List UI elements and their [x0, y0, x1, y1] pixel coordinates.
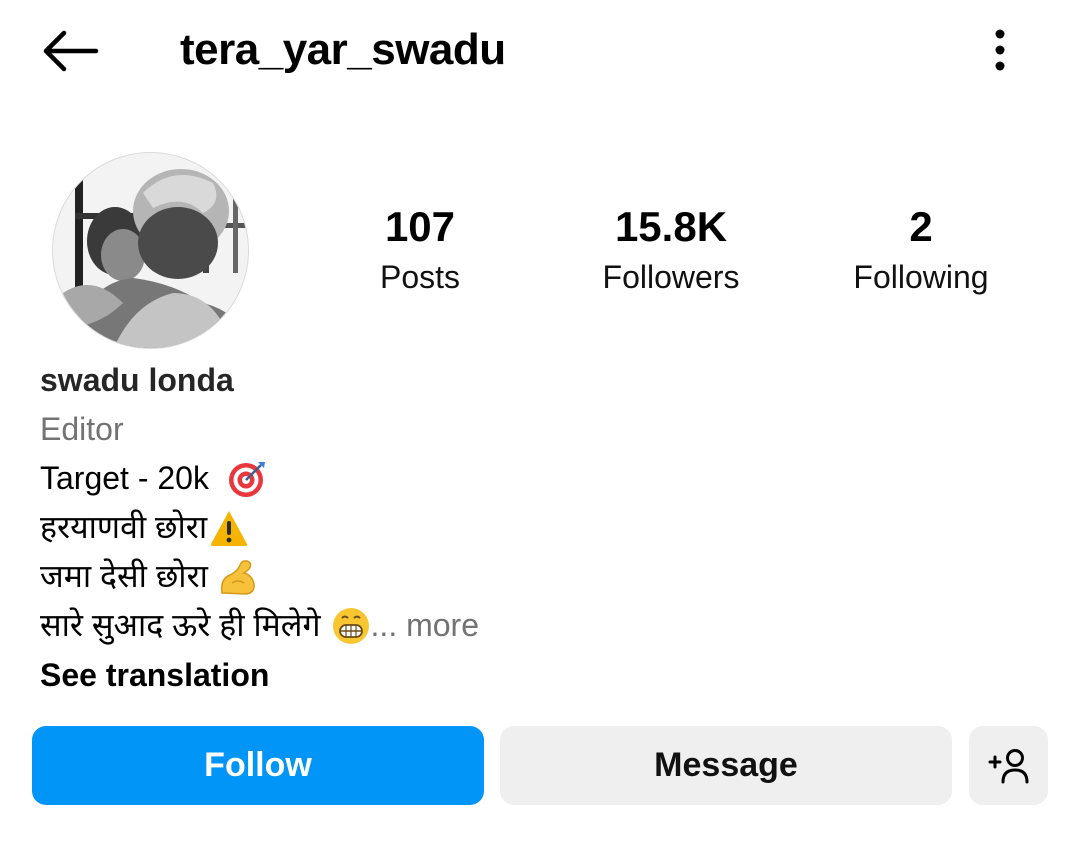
bio-line: जमा देसी छोरा	[40, 552, 1040, 601]
following-count: 2	[909, 203, 933, 250]
profile-username: tera_yar_swadu	[180, 25, 506, 74]
followers-count: 15.8K	[614, 203, 728, 250]
following-label: Following	[853, 259, 989, 295]
add-person-icon	[988, 748, 1028, 783]
stat-following[interactable]: 2 Following	[821, 200, 1021, 300]
bio-line-text: सारे सुआद ऊरे ही मिलेगे	[40, 607, 321, 643]
avatar[interactable]	[52, 152, 249, 349]
back-arrow-icon	[43, 30, 99, 72]
follow-button-label: Follow	[204, 746, 312, 784]
bio-line-text: हरयाणवी छोरा	[40, 509, 208, 545]
stat-followers[interactable]: 15.8K Followers	[571, 200, 771, 300]
message-button[interactable]: Message	[500, 726, 952, 805]
bio-line: Target - 20k	[40, 454, 1040, 503]
display-name: swadu londa	[40, 362, 234, 398]
bio-line-text: Target - 20k	[40, 460, 209, 496]
stat-posts[interactable]: 107 Posts	[320, 200, 520, 300]
posts-count: 107	[384, 203, 456, 250]
back-button[interactable]	[36, 26, 104, 76]
posts-label: Posts	[379, 259, 461, 295]
followers-label: Followers	[602, 259, 740, 295]
warning-emoji	[209, 509, 249, 547]
category-label: Editor	[40, 411, 124, 447]
more-vertical-icon	[995, 29, 1005, 71]
bio-line: सारे सुआद ऊरे ही मिलेगे ... more	[40, 601, 1040, 650]
see-translation-link[interactable]: See translation	[40, 652, 1040, 698]
profile-bio: swadu londa Editor Target - 20k हरयाणवी …	[40, 356, 1040, 698]
more-options-button[interactable]	[978, 24, 1022, 76]
message-button-label: Message	[654, 746, 798, 784]
more-link[interactable]: ... more	[371, 601, 479, 650]
target-emoji	[227, 459, 267, 499]
suggested-users-button[interactable]	[969, 726, 1048, 805]
bio-line: हरयाणवी छोरा	[40, 503, 1040, 552]
avatar-photo	[53, 153, 248, 348]
profile-page: tera_yar_swadu 107 Posts 15.8K Followers…	[0, 0, 1080, 848]
grinning-face-emoji	[331, 606, 371, 646]
follow-button[interactable]: Follow	[32, 726, 484, 805]
bio-line-text: जमा देसी छोरा	[40, 558, 208, 594]
flexed-biceps-emoji	[218, 557, 258, 597]
